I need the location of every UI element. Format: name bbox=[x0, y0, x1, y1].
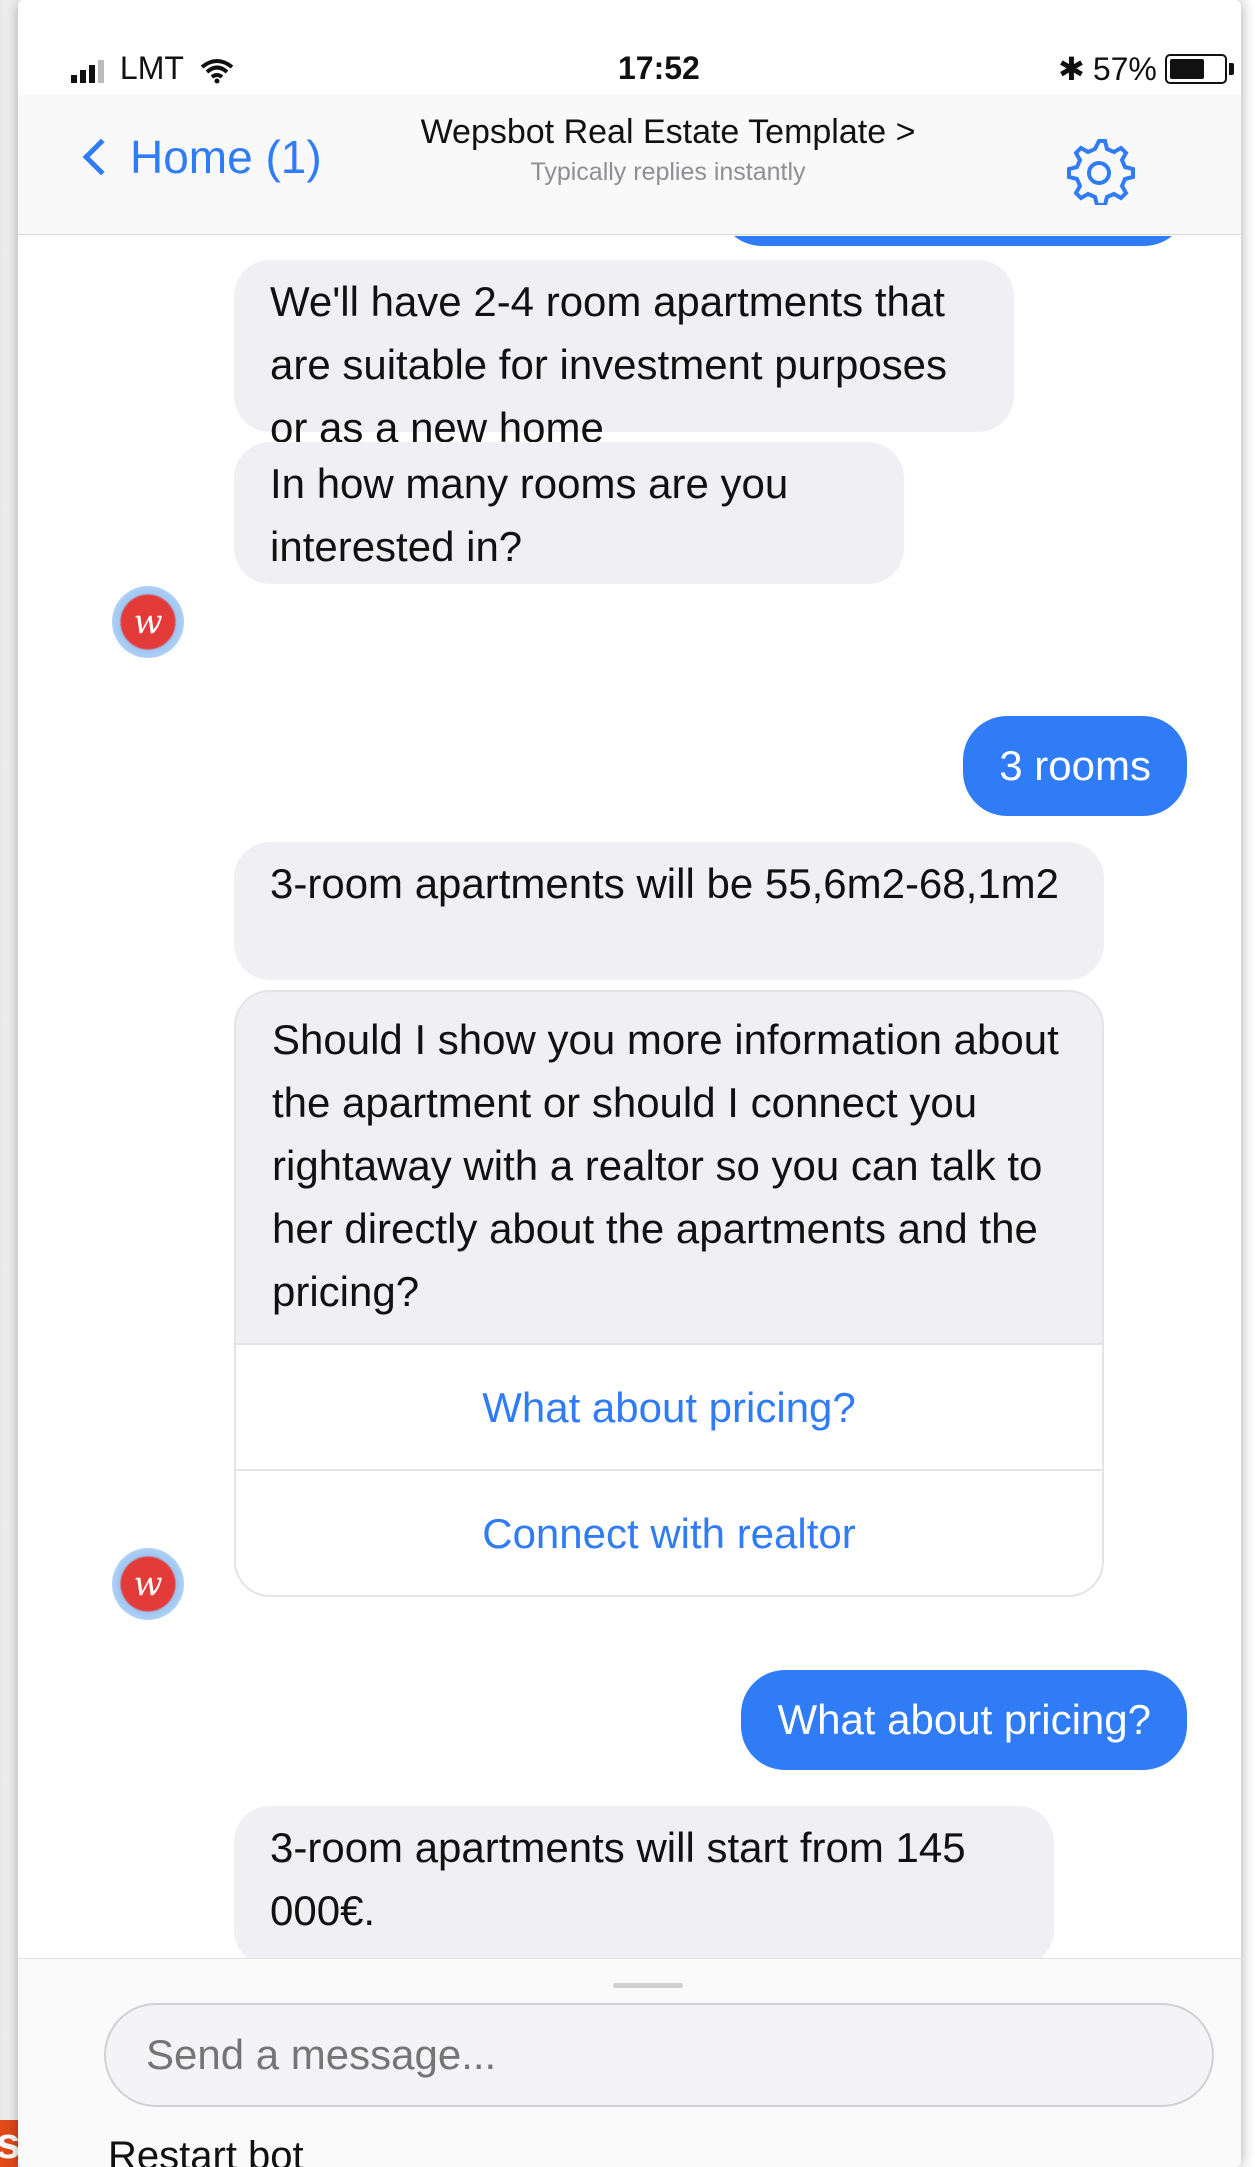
back-button[interactable]: Home (1) bbox=[82, 130, 322, 184]
bluetooth-icon: ✱ bbox=[1058, 51, 1085, 87]
corner-badge: s bbox=[0, 2119, 21, 2167]
incoming-message: In how many rooms are you interested in? bbox=[234, 442, 904, 584]
gear-icon[interactable] bbox=[1063, 133, 1135, 205]
status-right: ✱ 57% bbox=[1058, 50, 1234, 88]
outgoing-message: 3 rooms bbox=[963, 716, 1187, 816]
reply-time-note: Typically replies instantly bbox=[530, 158, 806, 186]
phone-screen: LMT 17:52 ✱ 57% Home (1) Wepsbot Real Es… bbox=[18, 0, 1241, 2167]
battery-tip bbox=[1228, 63, 1234, 75]
incoming-message: We'll have 2-4 room apartments that are … bbox=[234, 260, 1014, 451]
message-list[interactable]: We'll have 2-4 room apartments that are … bbox=[18, 236, 1241, 1958]
status-left: LMT bbox=[71, 50, 234, 87]
composer: Restart bot bbox=[18, 1958, 1241, 2167]
incoming-message: 3-room apartments will start from 145 00… bbox=[234, 1806, 1054, 1958]
outgoing-bubble-partial bbox=[718, 236, 1188, 246]
bot-avatar-icon: w bbox=[112, 586, 184, 658]
bot-avatar-icon: w bbox=[112, 1548, 184, 1620]
persistent-menu-label[interactable]: Restart bot bbox=[108, 2134, 304, 2167]
carrier-label: LMT bbox=[119, 50, 184, 86]
quick-reply-pricing-button[interactable]: What about pricing? bbox=[236, 1343, 1102, 1469]
battery-icon bbox=[1164, 54, 1227, 84]
clock: 17:52 bbox=[618, 50, 700, 86]
battery-percent: 57% bbox=[1092, 50, 1157, 87]
nav-bar: Home (1) Wepsbot Real Estate Template > … bbox=[18, 95, 1241, 235]
incoming-message: Should I show you more information about… bbox=[272, 1016, 1059, 1315]
status-bar: LMT 17:52 ✱ 57% bbox=[18, 0, 1241, 100]
outgoing-message: What about pricing? bbox=[741, 1670, 1187, 1770]
quick-reply-card: Should I show you more information about… bbox=[234, 990, 1104, 1597]
chevron-left-icon bbox=[82, 138, 120, 176]
quick-reply-realtor-button[interactable]: Connect with realtor bbox=[236, 1469, 1102, 1595]
back-label: Home (1) bbox=[130, 131, 322, 183]
left-edge-strip bbox=[0, 0, 18, 2167]
drag-handle[interactable] bbox=[613, 1983, 683, 1988]
incoming-message: 3-room apartments will be 55,6m2-68,1m2 bbox=[234, 842, 1104, 980]
message-input[interactable] bbox=[104, 2003, 1214, 2107]
bot-name: Wepsbot Real Estate Template > bbox=[420, 113, 916, 151]
signal-icon bbox=[71, 59, 104, 83]
conversation-title[interactable]: Wepsbot Real Estate Template > Typically… bbox=[318, 113, 1018, 187]
wifi-icon bbox=[200, 58, 234, 84]
